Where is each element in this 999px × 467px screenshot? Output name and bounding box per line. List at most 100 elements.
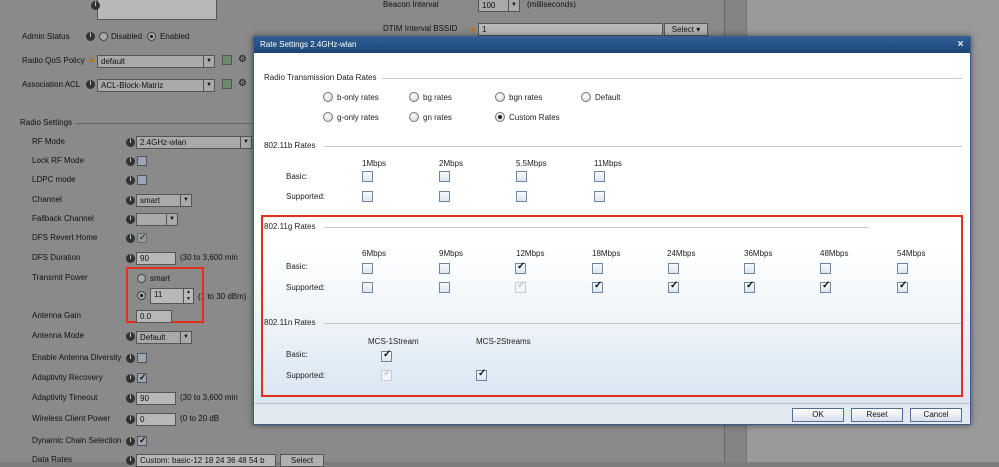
add-icon[interactable] xyxy=(222,55,232,65)
chevron-down-icon: ▼ xyxy=(180,195,191,206)
beacon-interval-select[interactable]: 100 ▼ xyxy=(478,0,520,12)
info-icon: i xyxy=(126,196,135,205)
adaptivity-timeout-input[interactable]: 90 xyxy=(136,392,176,405)
cancel-button[interactable]: Cancel xyxy=(910,408,962,422)
rate-settings-dialog: Rate Settings 2.4GHz-wlan × Radio Transm… xyxy=(253,36,971,425)
lock-rf-checkbox[interactable] xyxy=(137,156,147,166)
info-icon: i xyxy=(126,354,135,363)
ok-button[interactable]: OK xyxy=(792,408,844,422)
antenna-diversity-label: Enable Antenna Diversity xyxy=(32,353,122,362)
b-supported-11-checkbox[interactable] xyxy=(594,191,605,202)
b-supported-2-checkbox[interactable] xyxy=(439,191,450,202)
wc-power-input[interactable]: 0 xyxy=(136,413,176,426)
wc-power-label: Wireless Client Power xyxy=(32,414,111,423)
info-icon: i xyxy=(126,394,135,403)
info-icon: i xyxy=(126,456,135,465)
g-only-label: g-only rates xyxy=(337,113,379,122)
gear-icon[interactable]: ⚙ xyxy=(238,78,247,89)
rf-mode-label: RF Mode xyxy=(32,137,65,146)
dialog-body: Radio Transmission Data Rates b-only rat… xyxy=(254,53,970,403)
gn-radio[interactable] xyxy=(409,112,419,122)
antenna-gain-input[interactable]: 0.0 xyxy=(136,310,172,323)
bg-radio[interactable] xyxy=(409,92,419,102)
bg-label: bg rates xyxy=(423,93,452,102)
chevron-down-icon: ▼ xyxy=(166,214,177,225)
admin-enabled-radio[interactable] xyxy=(147,32,156,41)
dtim-input[interactable]: 1 xyxy=(478,23,663,36)
tx-rates-heading: Radio Transmission Data Rates xyxy=(264,73,377,82)
gn-label: gn rates xyxy=(423,113,452,122)
b-supported-5-5-checkbox[interactable] xyxy=(516,191,527,202)
admin-status-label: Admin Status xyxy=(22,32,70,41)
b-only-radio[interactable] xyxy=(323,92,333,102)
dfs-revert-checkbox[interactable] xyxy=(137,232,147,243)
b-basic-2-checkbox[interactable] xyxy=(439,171,450,182)
gear-icon[interactable]: ⚙ xyxy=(238,54,247,65)
lock-rf-label: Lock RF Mode xyxy=(32,156,85,165)
adaptivity-recovery-checkbox[interactable] xyxy=(137,372,147,383)
b-basic-1-checkbox[interactable] xyxy=(362,171,373,182)
antenna-mode-select[interactable]: Default ▼ xyxy=(136,331,192,344)
info-icon: i xyxy=(126,157,135,166)
chevron-down-icon: ▼ xyxy=(508,0,519,11)
channel-label: Channel xyxy=(32,195,62,204)
admin-disabled-label: Disabled xyxy=(111,32,143,41)
qos-select[interactable]: default ▼ xyxy=(97,55,215,68)
adaptivity-recovery-label: Adaptivity Recovery xyxy=(32,373,103,382)
info-icon: i xyxy=(91,1,100,10)
description-textarea[interactable] xyxy=(97,0,217,20)
dfs-duration-label: DFS Duration xyxy=(32,253,81,262)
divider xyxy=(324,146,962,147)
antenna-mode-label: Antenna Mode xyxy=(32,331,85,340)
info-icon: i xyxy=(126,332,135,341)
add-icon[interactable] xyxy=(222,79,232,89)
adaptivity-timeout-unit: (30 to 3,600 min xyxy=(180,393,238,402)
b-supported-1-checkbox[interactable] xyxy=(362,191,373,202)
dtim-select-button[interactable]: Select ▾ xyxy=(664,23,708,36)
data-rates-input[interactable]: Custom: basic-12 18 24 36 48 54 b xyxy=(136,454,276,467)
required-star-icon: ★ xyxy=(88,56,96,65)
reset-button[interactable]: Reset xyxy=(851,408,903,422)
custom-rates-radio[interactable] xyxy=(495,112,505,122)
default-radio[interactable] xyxy=(581,92,591,102)
dialog-title-bar[interactable]: Rate Settings 2.4GHz-wlan xyxy=(254,37,970,53)
tx-power-label: Transmit Power xyxy=(32,273,88,282)
divider xyxy=(382,78,962,79)
info-icon: i xyxy=(126,138,135,147)
antenna-diversity-checkbox[interactable] xyxy=(137,353,147,363)
data-rates-select-button[interactable]: Select xyxy=(280,454,324,467)
dfs-duration-unit: (30 to 3,600 min xyxy=(180,253,238,262)
dialog-title: Rate Settings 2.4GHz-wlan xyxy=(260,40,357,49)
info-icon: i xyxy=(126,215,135,224)
bgn-radio[interactable] xyxy=(495,92,505,102)
admin-enabled-label: Enabled xyxy=(160,32,190,41)
dynamic-chain-label: Dynamic Chain Selection xyxy=(32,436,122,445)
rate-1mbps-label: 1Mbps xyxy=(362,159,387,168)
info-icon: i xyxy=(126,415,135,424)
dynamic-chain-checkbox[interactable] xyxy=(137,435,147,446)
default-label: Default xyxy=(595,93,621,102)
b-basic-11-checkbox[interactable] xyxy=(594,171,605,182)
dtim-label: DTIM Interval BSSID xyxy=(383,24,458,33)
b-basic-5-5-checkbox[interactable] xyxy=(516,171,527,182)
antenna-gain-label: Antenna Gain xyxy=(32,311,81,320)
info-icon: i xyxy=(126,374,135,383)
b-supported-label: Supported: xyxy=(286,192,326,201)
b-only-label: b-only rates xyxy=(337,93,379,102)
rate-11mbps-label: 11Mbps xyxy=(594,159,622,168)
acl-label: Association ACL xyxy=(22,80,81,89)
g-only-radio[interactable] xyxy=(323,112,333,122)
info-icon: i xyxy=(126,176,135,185)
acl-select[interactable]: ACL-Block-Matriz ▼ xyxy=(97,79,215,92)
channel-select[interactable]: smart ▼ xyxy=(136,194,192,207)
qos-label: Radio QoS Policy xyxy=(22,56,85,65)
dfs-duration-input[interactable]: 90 xyxy=(136,252,176,265)
admin-disabled-radio[interactable] xyxy=(99,32,108,41)
rf-mode-select[interactable]: 2.4GHz-wlan ▼ xyxy=(136,136,252,149)
tx-power-unit: (1 to 30 dBm) xyxy=(198,292,247,301)
ldpc-checkbox[interactable] xyxy=(137,175,147,185)
info-icon: i xyxy=(86,32,95,41)
close-icon[interactable]: × xyxy=(955,39,966,50)
fallback-select[interactable]: ▼ xyxy=(136,213,178,226)
radio-settings-heading: Radio Settings xyxy=(20,118,73,127)
